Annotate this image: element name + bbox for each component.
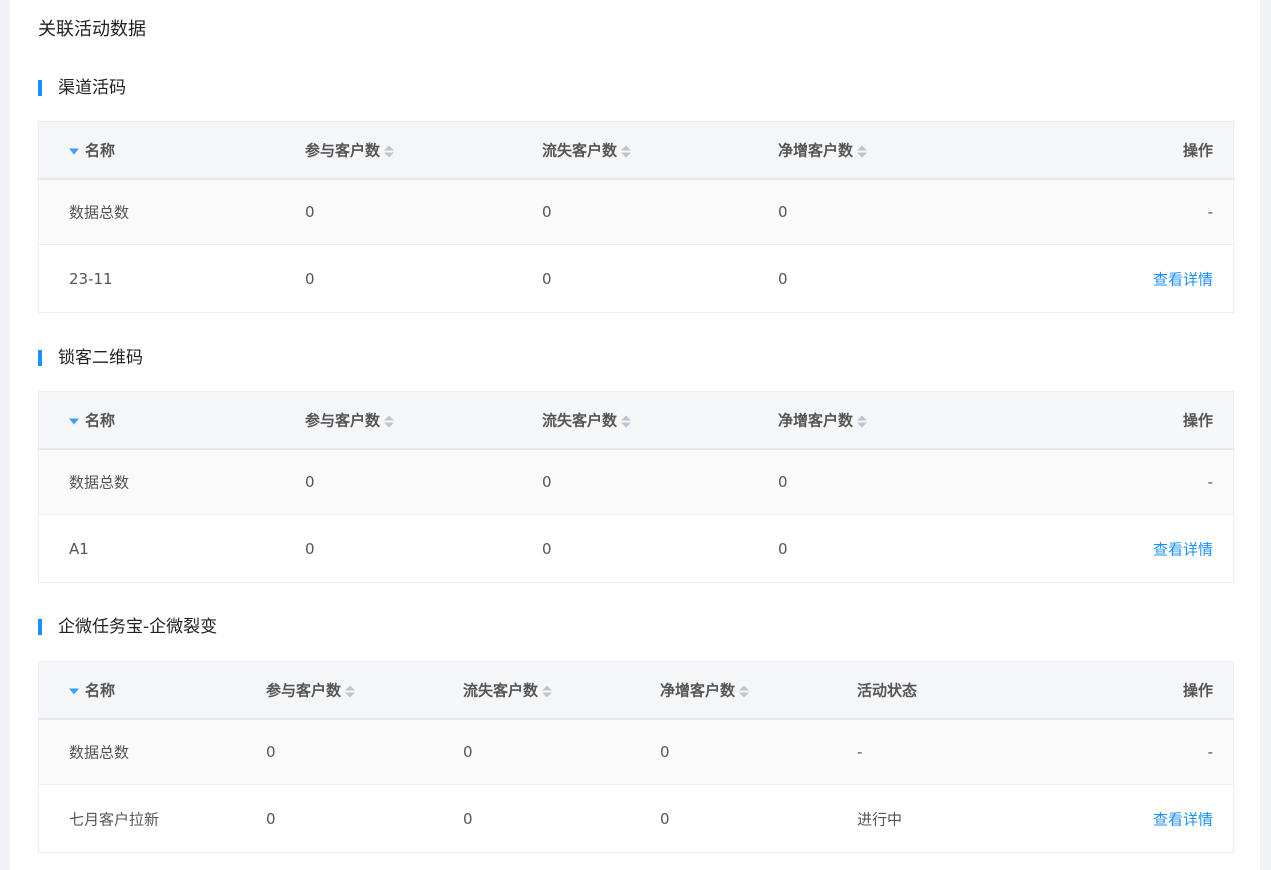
section-title-lock-qrcode: 锁客二维码 (38, 347, 143, 369)
section-title-task-fission: 企微任务宝-企微裂变 (38, 616, 217, 638)
sort-icon[interactable] (857, 414, 868, 428)
row-action: - (1207, 473, 1213, 491)
row-name: 数据总数 (69, 473, 130, 492)
view-details-link[interactable]: 查看详情 (1153, 538, 1213, 559)
participants-column-header[interactable]: 参与客户数 (305, 410, 395, 431)
row-participants: 0 (266, 809, 276, 828)
row-name: 数据总数 (69, 203, 130, 222)
lost-column-header[interactable]: 流失客户数 (463, 680, 553, 701)
sort-icon[interactable] (384, 414, 395, 428)
section-title-label: 渠道活码 (58, 78, 126, 98)
action-column-header: 操作 (1182, 141, 1213, 160)
action-column-header: 操作 (1182, 411, 1213, 430)
row-participants: 0 (305, 269, 315, 288)
row-net: 0 (660, 809, 670, 828)
section-title-channel-code: 渠道活码 (38, 77, 126, 99)
caret-down-icon[interactable] (69, 148, 79, 154)
task-fission-table: 名称 参与客户数 流失客户数 净增客户数 活动状态 操作 数据总数 0 0 0 … (38, 661, 1234, 853)
row-participants: 0 (305, 203, 315, 221)
row-net: 0 (660, 743, 670, 761)
sort-icon[interactable] (542, 684, 553, 698)
row-lost: 0 (463, 743, 473, 761)
row-action: - (1207, 743, 1213, 761)
lost-column-header[interactable]: 流失客户数 (542, 410, 632, 431)
table-row-total: 数据总数 0 0 0 - (39, 180, 1233, 245)
row-net: 0 (778, 269, 788, 288)
net-column-header[interactable]: 净增客户数 (778, 140, 868, 161)
table-row: 23-11 0 0 0 查看详情 (39, 245, 1233, 312)
action-column-header: 操作 (1182, 681, 1213, 700)
row-participants: 0 (266, 743, 276, 761)
row-net: 0 (778, 539, 788, 558)
name-column-header[interactable]: 名称 (69, 680, 115, 701)
row-net: 0 (778, 203, 788, 221)
section-accent-bar (38, 350, 42, 366)
sort-icon[interactable] (857, 144, 868, 158)
name-column-header[interactable]: 名称 (69, 140, 115, 161)
row-status: - (857, 743, 863, 761)
section-title-label: 锁客二维码 (58, 348, 143, 368)
row-status: 进行中 (857, 810, 903, 828)
row-net: 0 (778, 473, 788, 491)
sort-icon[interactable] (384, 144, 395, 158)
table-row: A1 0 0 0 查看详情 (39, 515, 1233, 582)
channel-code-table: 名称 参与客户数 流失客户数 净增客户数 操作 数据总数 0 0 0 - 23-… (38, 121, 1234, 313)
name-column-header[interactable]: 名称 (69, 410, 115, 431)
row-lost: 0 (542, 473, 552, 491)
sort-icon[interactable] (621, 414, 632, 428)
page-title: 关联活动数据 (38, 19, 146, 40)
row-participants: 0 (305, 473, 315, 491)
main-panel: 关联活动数据 渠道活码 名称 参与客户数 流失客户数 净增客户数 操作 数据总数… (10, 0, 1260, 870)
view-details-link[interactable]: 查看详情 (1153, 808, 1213, 829)
row-name: 23-11 (69, 269, 113, 288)
table-header: 名称 参与客户数 流失客户数 净增客户数 操作 (39, 122, 1233, 180)
row-lost: 0 (463, 809, 473, 828)
net-column-header[interactable]: 净增客户数 (660, 680, 750, 701)
row-name: 数据总数 (69, 743, 130, 762)
view-details-link[interactable]: 查看详情 (1153, 268, 1213, 289)
caret-down-icon[interactable] (69, 418, 79, 424)
net-column-header[interactable]: 净增客户数 (778, 410, 868, 431)
table-row-total: 数据总数 0 0 0 - (39, 450, 1233, 515)
section-accent-bar (38, 619, 42, 635)
row-lost: 0 (542, 269, 552, 288)
table-row: 七月客户拉新 0 0 0 进行中 查看详情 (39, 785, 1233, 852)
sort-icon[interactable] (739, 684, 750, 698)
table-row-total: 数据总数 0 0 0 - - (39, 720, 1233, 785)
sort-icon[interactable] (621, 144, 632, 158)
row-participants: 0 (305, 539, 315, 558)
lock-qrcode-table: 名称 参与客户数 流失客户数 净增客户数 操作 数据总数 0 0 0 - A1 … (38, 391, 1234, 583)
participants-column-header[interactable]: 参与客户数 (305, 140, 395, 161)
row-action: - (1207, 203, 1213, 221)
section-accent-bar (38, 80, 42, 96)
status-column-header: 活动状态 (857, 681, 918, 700)
caret-down-icon[interactable] (69, 688, 79, 694)
lost-column-header[interactable]: 流失客户数 (542, 140, 632, 161)
sort-icon[interactable] (345, 684, 356, 698)
section-title-label: 企微任务宝-企微裂变 (58, 617, 218, 637)
table-header: 名称 参与客户数 流失客户数 净增客户数 操作 (39, 392, 1233, 450)
participants-column-header[interactable]: 参与客户数 (266, 680, 356, 701)
row-lost: 0 (542, 539, 552, 558)
row-name: 七月客户拉新 (69, 810, 160, 828)
row-lost: 0 (542, 203, 552, 221)
row-name: A1 (69, 539, 89, 558)
table-header: 名称 参与客户数 流失客户数 净增客户数 活动状态 操作 (39, 662, 1233, 720)
